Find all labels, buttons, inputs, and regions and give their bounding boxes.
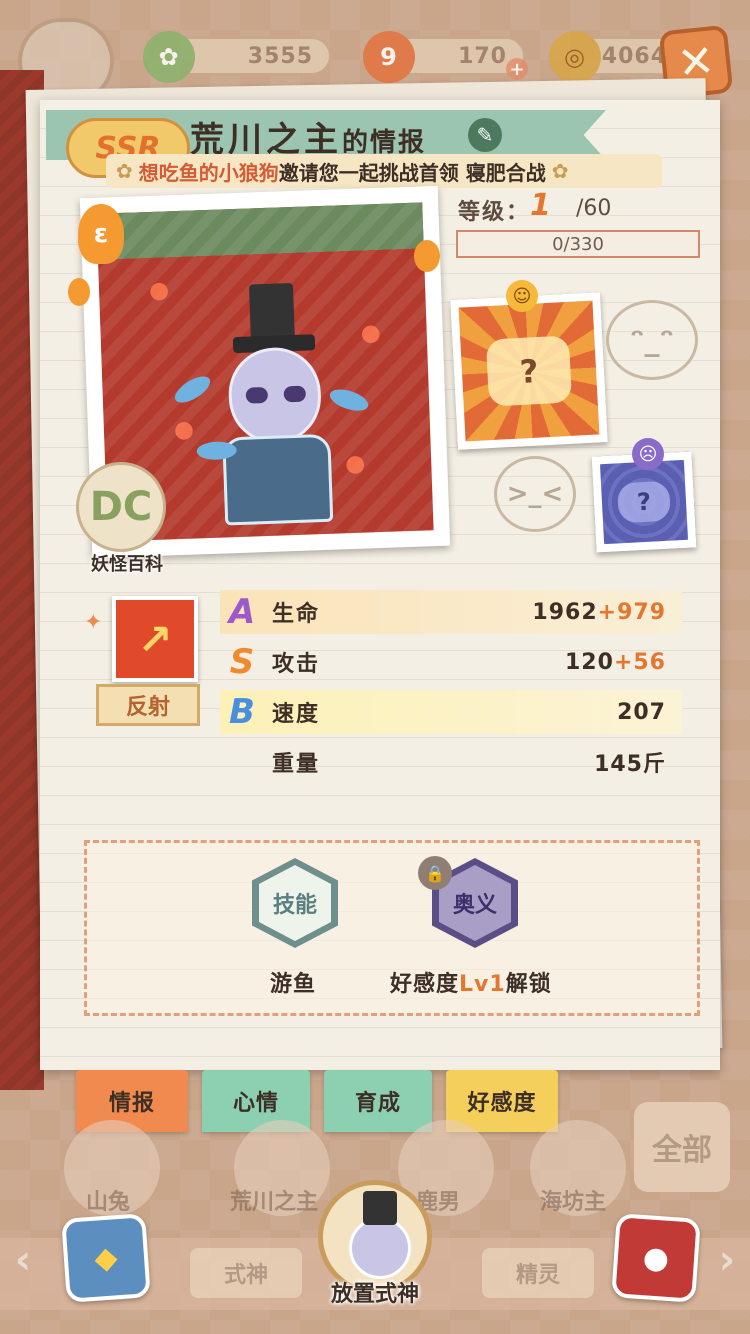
stat-base: 145斤 (594, 752, 666, 777)
roster-name: 海坊主 (540, 1190, 607, 1215)
eboshi-hat (363, 1191, 397, 1225)
encyclopedia-label: 妖怪百科 (91, 554, 163, 575)
encyclopedia-button[interactable]: DC 妖怪百科 (72, 462, 180, 575)
eye (283, 385, 307, 403)
invite-player-name: 想吃鱼的小狼狗 (138, 160, 279, 185)
place-shikigami-label: 放置式神 (330, 1282, 419, 1307)
jade-counter: ✿ 3555 (143, 31, 332, 83)
sparkle-icon: ✦ (84, 610, 103, 635)
lock-icon: 🔒 (418, 856, 452, 890)
stat-row-attack: S 攻击 120+56 (220, 640, 682, 684)
spider-lily-icon (334, 444, 376, 486)
skill-hex-label: 技能 (259, 865, 331, 941)
prev-shikigami-avatar[interactable]: ◆ (61, 1213, 151, 1303)
flower-icon: ✿ (551, 159, 569, 183)
stat-base: 207 (617, 699, 666, 725)
flame-icon (68, 278, 90, 306)
level-max: /60 (576, 196, 612, 221)
spider-lily-icon (350, 313, 392, 355)
spirit-tab[interactable]: 精灵 (482, 1248, 594, 1298)
filter-all-button[interactable]: 全部 (634, 1102, 730, 1192)
invite-marquee[interactable]: ✿ 想吃鱼的小狼狗 邀请您一起挑战首领 寝肥合战 ✿ (106, 154, 662, 188)
ougi-label-post: 解锁 (505, 972, 552, 997)
coin-value: 4064 (601, 43, 667, 69)
edit-icon[interactable]: ✎ (468, 118, 502, 152)
stat-bonus: +56 (613, 649, 666, 675)
stat-name: 重量 (272, 752, 321, 777)
hero-mini-portrait (349, 1217, 411, 1279)
skill-label: 游鱼 (270, 972, 317, 997)
eye (245, 386, 269, 404)
stat-name: 生命 (272, 602, 321, 627)
invite-text: 邀请您一起挑战首领 寝肥合战 (278, 160, 546, 185)
stat-value: 1962+979 (532, 600, 666, 625)
mood-card-happy[interactable]: ? (450, 292, 608, 450)
exp-bar: 0/330 (456, 230, 700, 258)
stat-row-weight: 重量 145斤 (220, 740, 682, 784)
fish-icon (327, 385, 371, 415)
exp-text: 0/330 (552, 233, 604, 255)
bird-icon: ◆ (93, 1239, 119, 1277)
stat-value: 207 (617, 700, 666, 725)
smile-icon: ☺ (506, 280, 538, 312)
roster-name: 山兔 (86, 1190, 131, 1215)
flame-icon (414, 240, 440, 272)
stat-bonus: +979 (597, 599, 666, 625)
stat-grade: A (228, 592, 256, 632)
jade-value: 3555 (247, 43, 313, 69)
ougi-label-pre: 好感度 (390, 972, 460, 997)
stat-value: 120+56 (565, 650, 666, 675)
jade-icon: ✿ (143, 31, 195, 83)
stat-grade: B (229, 692, 255, 732)
question-icon: ? (616, 480, 672, 524)
spider-lily-icon (163, 410, 205, 452)
stat-row-hp: A 生命 1962+979 (220, 590, 682, 634)
coin-icon: ◎ (549, 31, 601, 83)
stamina-value: 170 (458, 43, 507, 69)
shikigami-tab[interactable]: 式神 (190, 1248, 302, 1298)
skill-tag[interactable]: 反射 (96, 684, 200, 726)
frown-icon: ☹ (632, 438, 664, 470)
flower-icon: ✿ (116, 159, 133, 183)
stat-value: 145斤 (594, 746, 666, 778)
level-value: 1 (530, 188, 551, 223)
stamina-counter: 9 170 (363, 31, 526, 83)
doodle-angry-face-icon: >_< (494, 456, 576, 532)
question-icon: ? (485, 335, 573, 407)
stat-name: 攻击 (272, 652, 321, 677)
roster-name: 荒川之主 (230, 1190, 319, 1215)
fish-icon (170, 371, 215, 408)
doodle-sleepy-face-icon: ᵔ_ᵔ (606, 300, 698, 380)
stat-base: 120 (565, 649, 614, 675)
arrow-left-icon[interactable]: ‹ (6, 1237, 40, 1283)
hero-robe (222, 433, 334, 526)
fire-element-icon: ε (78, 204, 124, 264)
hero-face (227, 346, 323, 446)
reflect-skill-icon[interactable]: ↗ (112, 596, 198, 682)
arrow-right-icon[interactable]: › (710, 1237, 744, 1283)
stat-base: 1962 (532, 599, 598, 625)
book-icon: DC (76, 462, 166, 552)
stat-grade: S (229, 642, 255, 682)
tab-growth[interactable]: 育成 (324, 1070, 432, 1132)
ougi-label-level: Lv1 (459, 972, 506, 997)
spider-lily-icon (138, 270, 180, 313)
stat-row-speed: B 速度 207 (220, 690, 682, 734)
stamina-icon: 9 (363, 31, 415, 83)
next-shikigami-avatar[interactable]: ● (611, 1213, 701, 1303)
add-stamina-button[interactable]: + (506, 58, 528, 80)
oni-icon: ● (641, 1239, 671, 1277)
level-label: 等级： (458, 200, 531, 225)
ougi-unlock-label: 好感度Lv1解锁 (390, 966, 552, 998)
stat-name: 速度 (272, 702, 321, 727)
